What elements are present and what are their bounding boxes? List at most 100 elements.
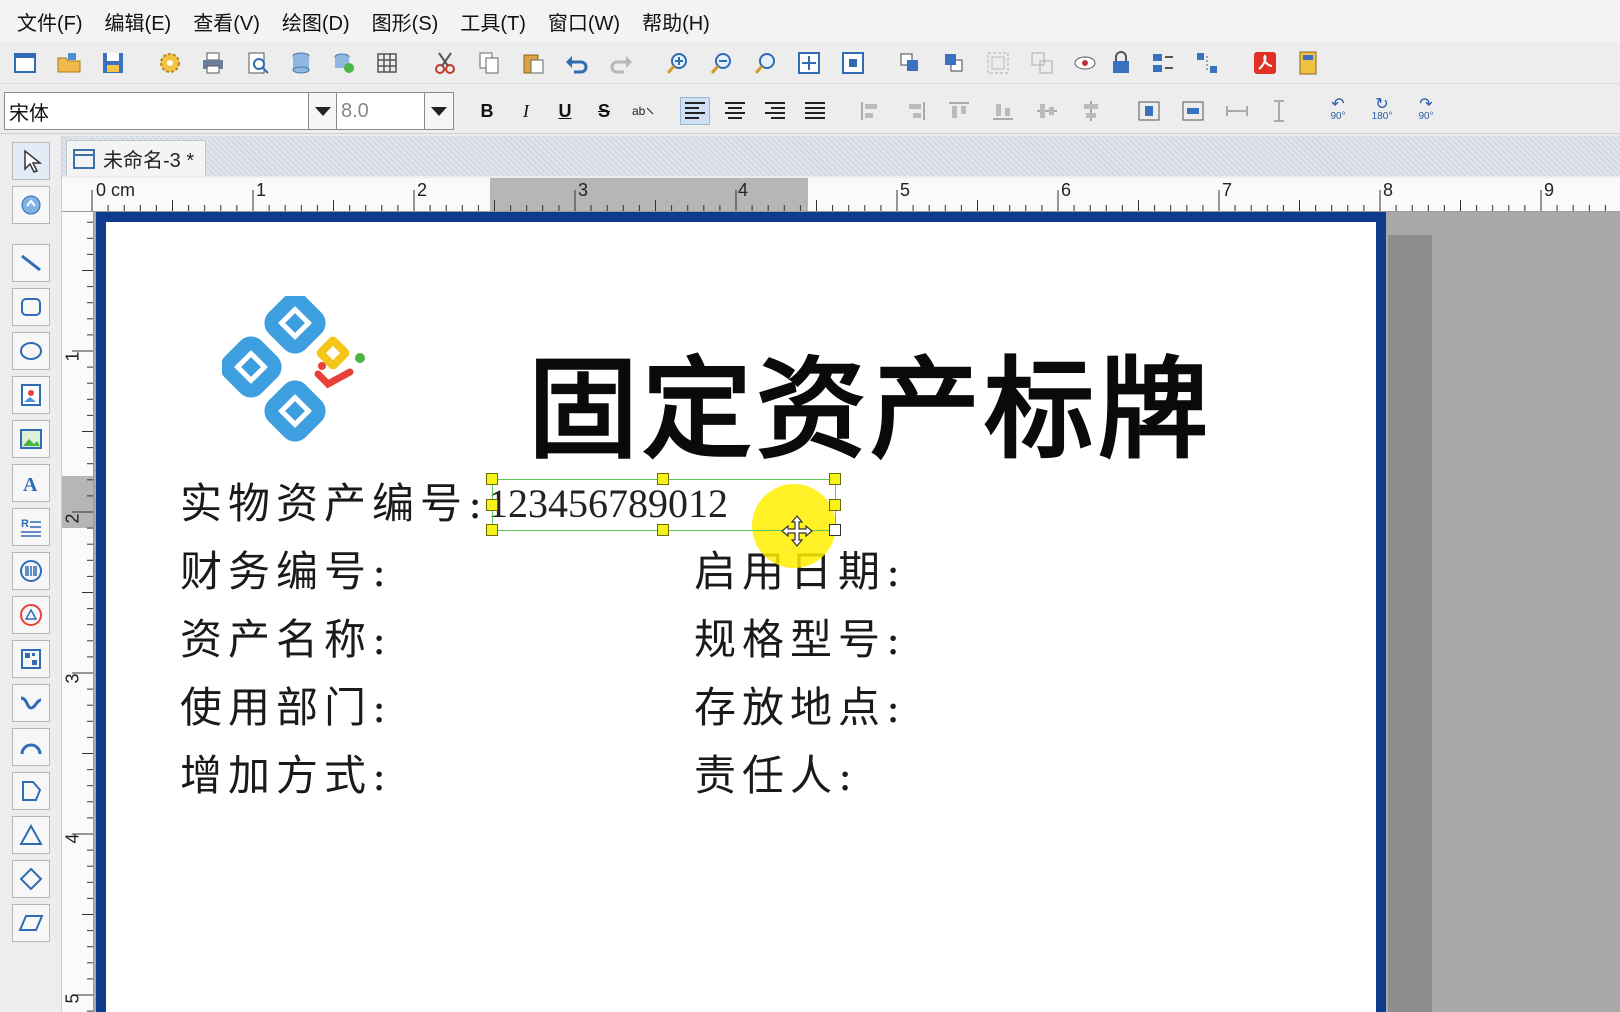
align-objects-bottom-icon[interactable] [988,97,1018,125]
line-tool-icon[interactable] [12,244,50,282]
document-tab[interactable]: 未命名-3 * [66,140,206,176]
company-logo[interactable] [222,296,372,442]
menu-draw[interactable]: 绘图(D) [271,7,361,36]
text-tool-icon[interactable]: A [12,464,50,502]
send-backward-icon[interactable] [941,50,967,76]
paste-icon[interactable] [520,50,546,76]
align-left-icon[interactable] [680,97,710,125]
menu-shape[interactable]: 图形(S) [361,7,450,36]
ungroup-icon[interactable] [1029,50,1055,76]
resize-handle-bottom-left[interactable] [486,524,498,536]
field-location-label[interactable]: 存放地点: [694,674,906,735]
settings-icon[interactable] [157,50,183,76]
ellipse-tool-icon[interactable] [12,332,50,370]
align-right-icon[interactable] [760,97,790,125]
rotate-right-90-button[interactable]: ↷ 90° [1410,97,1442,124]
resize-handle-top-right[interactable] [829,473,841,485]
curve-tool-icon[interactable] [12,684,50,722]
same-width-icon[interactable] [1222,97,1252,125]
rotate-left-90-button[interactable]: ↶ 90° [1322,97,1354,124]
print-preview-icon[interactable] [245,50,271,76]
distribute-icon[interactable] [1194,50,1220,76]
align-objects-top-icon[interactable] [944,97,974,125]
field-responsible-person-label[interactable]: 责任人: [694,742,858,803]
bold-button[interactable]: B [472,97,502,125]
menu-tools[interactable]: 工具(T) [449,7,537,36]
diamond-tool-icon[interactable] [12,860,50,898]
field-model-label[interactable]: 规格型号: [694,606,906,667]
undo-icon[interactable] [564,50,590,76]
underline-button[interactable]: U [550,97,580,125]
print-icon[interactable] [200,50,226,76]
actual-size-icon[interactable] [840,50,866,76]
align-objects-left-icon[interactable] [856,97,886,125]
resize-handle-bottom[interactable] [657,524,669,536]
lock-icon[interactable] [1108,50,1134,76]
visibility-icon[interactable] [1072,50,1098,76]
field-department-label[interactable]: 使用部门: [180,674,392,735]
cut-icon[interactable] [432,50,458,76]
menu-edit[interactable]: 编辑(E) [94,7,183,36]
menu-view[interactable]: 查看(V) [182,7,271,36]
bring-forward-icon[interactable] [897,50,923,76]
label-title[interactable]: 固定资产标牌 [528,320,1212,480]
align-objects-middle-icon[interactable] [1032,97,1062,125]
rectangle-tool-icon[interactable] [12,288,50,326]
field-asset-name-label[interactable]: 资产名称: [180,606,392,667]
calculator-icon[interactable] [1295,50,1321,76]
align-objects-right-icon[interactable] [900,97,930,125]
matrix-code-tool-icon[interactable] [12,640,50,678]
new-icon[interactable] [12,50,38,76]
strikethrough-button[interactable]: S [589,97,619,125]
center-horizontal-icon[interactable] [1134,97,1164,125]
pdf-icon[interactable] [1252,50,1278,76]
align-objects-center-icon[interactable] [1076,97,1106,125]
fit-page-icon[interactable] [796,50,822,76]
align-center-icon[interactable] [720,97,750,125]
resize-handle-bottom-right[interactable] [829,524,841,536]
font-size-input[interactable]: 8.0 [336,92,426,130]
align-justify-icon[interactable] [800,97,830,125]
menu-help[interactable]: 帮助(H) [631,7,721,36]
rotate-180-button[interactable]: ↻ 180° [1366,97,1398,124]
select-tool-icon[interactable] [12,142,50,180]
character-spacing-icon[interactable]: ab [628,97,658,125]
field-finance-number-label[interactable]: 财务编号: [180,538,392,599]
resize-handle-top-left[interactable] [486,473,498,485]
copy-icon[interactable] [476,50,502,76]
redo-icon[interactable] [608,50,634,76]
group-icon[interactable] [985,50,1011,76]
qrcode-tool-icon[interactable] [12,596,50,634]
picture-tool-icon[interactable] [12,420,50,458]
polygon-tool-icon[interactable] [12,772,50,810]
field-acquisition-method-label[interactable]: 增加方式: [180,742,392,803]
field-asset-number-label[interactable]: 实物资产编号: [180,470,488,531]
same-height-icon[interactable] [1264,97,1294,125]
font-name-dropdown-icon[interactable] [308,92,338,130]
menu-file[interactable]: 文件(F) [6,7,94,36]
center-vertical-icon[interactable] [1178,97,1208,125]
font-name-select[interactable]: 宋体 [4,92,310,130]
database-connect-icon[interactable] [331,50,357,76]
triangle-tool-icon[interactable] [12,816,50,854]
italic-button[interactable]: I [511,97,541,125]
image-frame-tool-icon[interactable] [12,376,50,414]
database-icon[interactable] [288,50,314,76]
resize-handle-left[interactable] [486,499,498,511]
pan-tool-icon[interactable] [12,186,50,224]
barcode-tool-icon[interactable] [12,552,50,590]
paragraph-text-tool-icon[interactable]: R [12,508,50,546]
zoom-out-icon[interactable] [709,50,735,76]
grid-icon[interactable] [374,50,400,76]
menu-window[interactable]: 窗口(W) [537,7,631,36]
zoom-in-icon[interactable] [665,50,691,76]
zoom-icon[interactable] [753,50,779,76]
arc-tool-icon[interactable] [12,728,50,766]
parallelogram-tool-icon[interactable] [12,904,50,942]
align-icon[interactable] [1150,50,1176,76]
open-icon[interactable] [56,50,82,76]
resize-handle-top[interactable] [657,473,669,485]
resize-handle-right[interactable] [829,499,841,511]
font-size-dropdown-icon[interactable] [424,92,454,130]
save-icon[interactable] [100,50,126,76]
